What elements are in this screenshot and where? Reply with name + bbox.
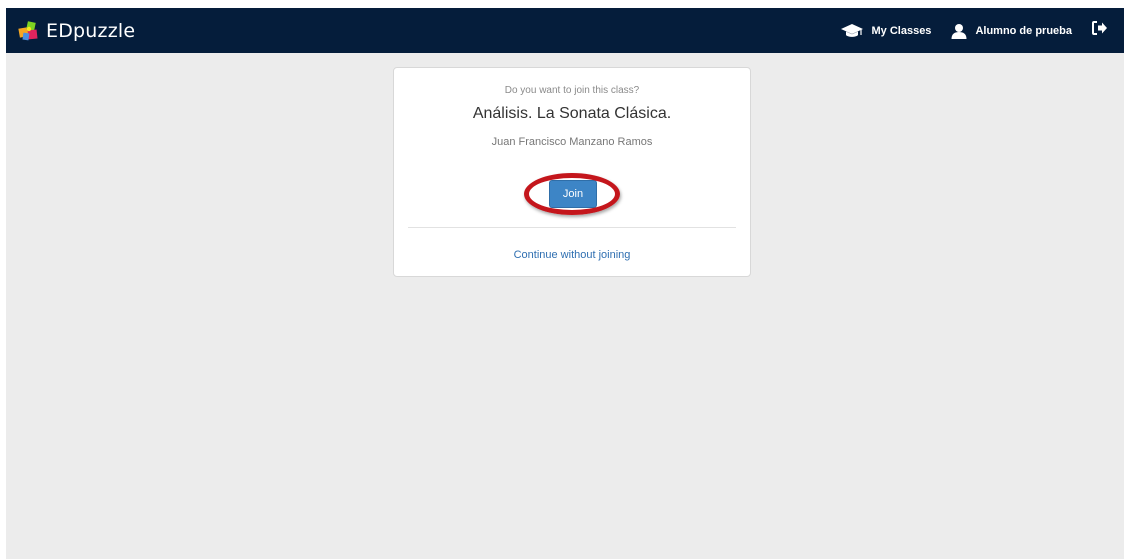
join-button[interactable]: Join [549, 180, 597, 208]
my-classes-label: My Classes [871, 24, 932, 37]
brand-name: EDpuzzle [46, 20, 136, 42]
teacher-name: Juan Francisco Manzano Ramos [491, 136, 653, 148]
continue-without-joining-link[interactable]: Continue without joining [394, 249, 750, 261]
join-prompt: Do you want to join this class? [504, 85, 640, 96]
logout-button[interactable] [1092, 21, 1108, 40]
brand[interactable]: EDpuzzle [18, 18, 135, 44]
app-window: EDpuzzle My Classes Alumno de prueba Do … [6, 8, 1124, 559]
divider [408, 227, 736, 228]
puzzle-logo-icon [18, 20, 40, 42]
user-name: Alumno de prueba [975, 24, 1072, 37]
graduation-cap-icon [840, 23, 864, 39]
user-menu[interactable]: Alumno de prueba [951, 23, 1072, 39]
nav-right: My Classes Alumno de prueba [840, 8, 1109, 53]
user-icon [951, 23, 967, 39]
sign-out-icon [1092, 21, 1108, 40]
class-name: Análisis. La Sonata Clásica. [472, 105, 672, 122]
top-navbar: EDpuzzle My Classes Alumno de prueba [6, 8, 1124, 53]
my-classes-link[interactable]: My Classes [840, 23, 932, 39]
join-class-card: Do you want to join this class? Análisis… [393, 67, 751, 277]
